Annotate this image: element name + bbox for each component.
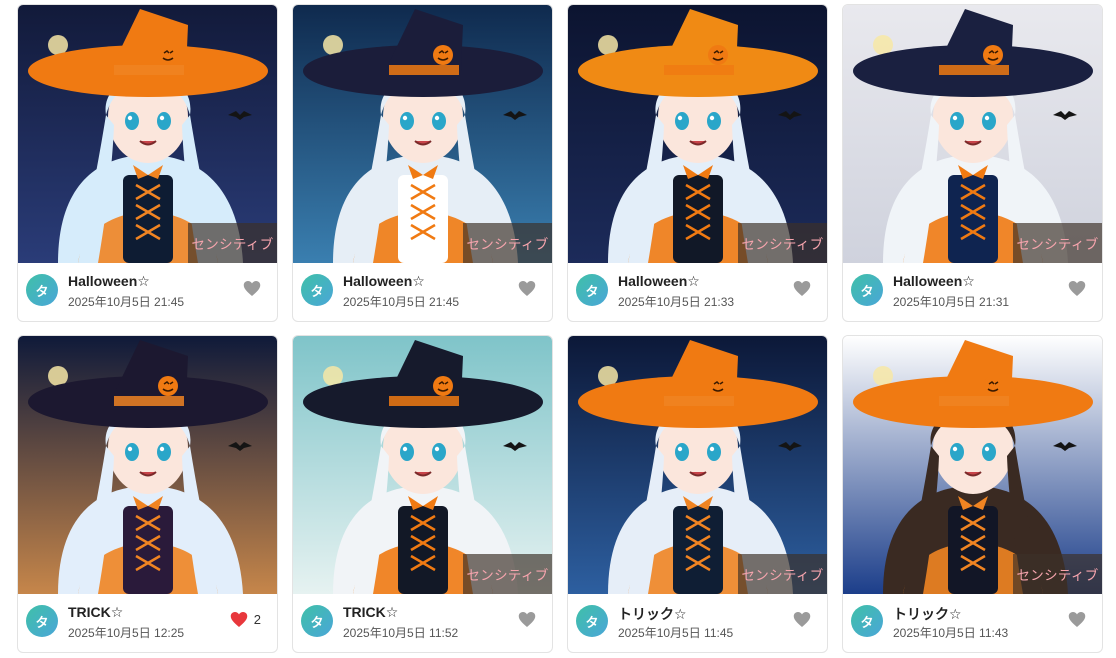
like-button[interactable] bbox=[1068, 611, 1086, 628]
avatar[interactable]: タ bbox=[301, 274, 333, 306]
post-title[interactable]: TRICK☆ bbox=[343, 604, 398, 621]
sensitive-badge: センシティブ bbox=[1013, 554, 1102, 594]
post-meta: タ Halloween☆ 2025年10月5日 21:45 bbox=[18, 263, 277, 321]
post-meta: タ Halloween☆ 2025年10月5日 21:31 bbox=[843, 263, 1102, 321]
post-card[interactable]: タ TRICK☆ 2025年10月5日 12:25 2 bbox=[17, 335, 278, 653]
sensitive-badge: センシティブ bbox=[738, 554, 827, 594]
avatar[interactable]: タ bbox=[301, 605, 333, 637]
avatar[interactable]: タ bbox=[851, 274, 883, 306]
heart-icon bbox=[1068, 280, 1086, 297]
post-title[interactable]: Halloween☆ bbox=[343, 273, 425, 290]
post-title[interactable]: トリック☆ bbox=[893, 604, 962, 624]
like-button[interactable] bbox=[793, 611, 811, 628]
post-date: 2025年10月5日 11:52 bbox=[343, 626, 459, 640]
post-title[interactable]: Halloween☆ bbox=[893, 273, 975, 290]
sensitive-badge: センシティブ bbox=[1013, 223, 1102, 263]
sensitive-badge: センシティブ bbox=[463, 223, 552, 263]
post-meta: タ TRICK☆ 2025年10月5日 11:52 bbox=[293, 594, 552, 652]
post-date: 2025年10月5日 21:33 bbox=[618, 295, 735, 309]
sensitive-badge: センシティブ bbox=[463, 554, 552, 594]
post-thumbnail[interactable]: センシティブ bbox=[843, 5, 1102, 263]
post-date: 2025年10月5日 21:31 bbox=[893, 295, 1010, 309]
heart-icon bbox=[518, 611, 536, 628]
post-date: 2025年10月5日 11:43 bbox=[893, 626, 1009, 640]
post-card[interactable]: センシティブ タ Halloween☆ 2025年10月5日 21:45 bbox=[292, 4, 553, 322]
post-thumbnail[interactable]: センシティブ bbox=[568, 336, 827, 594]
post-title[interactable]: トリック☆ bbox=[618, 604, 687, 624]
avatar[interactable]: タ bbox=[576, 274, 608, 306]
post-thumbnail[interactable] bbox=[18, 336, 277, 594]
sensitive-badge: センシティブ bbox=[738, 223, 827, 263]
like-button[interactable] bbox=[1068, 280, 1086, 297]
like-button[interactable] bbox=[793, 280, 811, 297]
post-thumbnail[interactable]: センシティブ bbox=[568, 5, 827, 263]
post-card[interactable]: センシティブ タ TRICK☆ 2025年10月5日 11:52 bbox=[292, 335, 553, 653]
avatar[interactable]: タ bbox=[576, 605, 608, 637]
post-title[interactable]: TRICK☆ bbox=[68, 604, 123, 621]
post-meta: タ TRICK☆ 2025年10月5日 12:25 2 bbox=[18, 594, 277, 652]
heart-icon bbox=[243, 280, 261, 297]
post-title[interactable]: Halloween☆ bbox=[618, 273, 700, 290]
post-card[interactable]: センシティブ タ トリック☆ 2025年10月5日 11:45 bbox=[567, 335, 828, 653]
like-count: 2 bbox=[253, 612, 261, 627]
like-button[interactable] bbox=[243, 280, 261, 297]
heart-icon bbox=[230, 611, 248, 628]
post-card[interactable]: センシティブ タ Halloween☆ 2025年10月5日 21:31 bbox=[842, 4, 1103, 322]
post-date: 2025年10月5日 12:25 bbox=[68, 626, 185, 640]
post-meta: タ Halloween☆ 2025年10月5日 21:45 bbox=[293, 263, 552, 321]
sensitive-badge: センシティブ bbox=[188, 223, 277, 263]
illustration-image bbox=[18, 336, 277, 594]
avatar[interactable]: タ bbox=[26, 274, 58, 306]
avatar[interactable]: タ bbox=[26, 605, 58, 637]
like-button[interactable]: 2 bbox=[230, 611, 261, 628]
post-meta: タ トリック☆ 2025年10月5日 11:43 bbox=[843, 594, 1102, 652]
post-date: 2025年10月5日 11:45 bbox=[618, 626, 734, 640]
heart-icon bbox=[1068, 611, 1086, 628]
post-thumbnail[interactable]: センシティブ bbox=[18, 5, 277, 263]
post-card[interactable]: センシティブ タ Halloween☆ 2025年10月5日 21:45 bbox=[17, 4, 278, 322]
post-date: 2025年10月5日 21:45 bbox=[68, 295, 185, 309]
post-grid: センシティブ タ Halloween☆ 2025年10月5日 21:45 センシ… bbox=[17, 4, 1103, 653]
like-button[interactable] bbox=[518, 611, 536, 628]
post-meta: タ Halloween☆ 2025年10月5日 21:33 bbox=[568, 263, 827, 321]
heart-icon bbox=[518, 280, 536, 297]
heart-icon bbox=[793, 611, 811, 628]
post-title[interactable]: Halloween☆ bbox=[68, 273, 150, 290]
post-meta: タ トリック☆ 2025年10月5日 11:45 bbox=[568, 594, 827, 652]
post-thumbnail[interactable]: センシティブ bbox=[293, 336, 552, 594]
like-button[interactable] bbox=[518, 280, 536, 297]
post-card[interactable]: センシティブ タ Halloween☆ 2025年10月5日 21:33 bbox=[567, 4, 828, 322]
avatar[interactable]: タ bbox=[851, 605, 883, 637]
heart-icon bbox=[793, 280, 811, 297]
post-thumbnail[interactable]: センシティブ bbox=[293, 5, 552, 263]
post-date: 2025年10月5日 21:45 bbox=[343, 295, 460, 309]
post-thumbnail[interactable]: センシティブ bbox=[843, 336, 1102, 594]
post-card[interactable]: センシティブ タ トリック☆ 2025年10月5日 11:43 bbox=[842, 335, 1103, 653]
